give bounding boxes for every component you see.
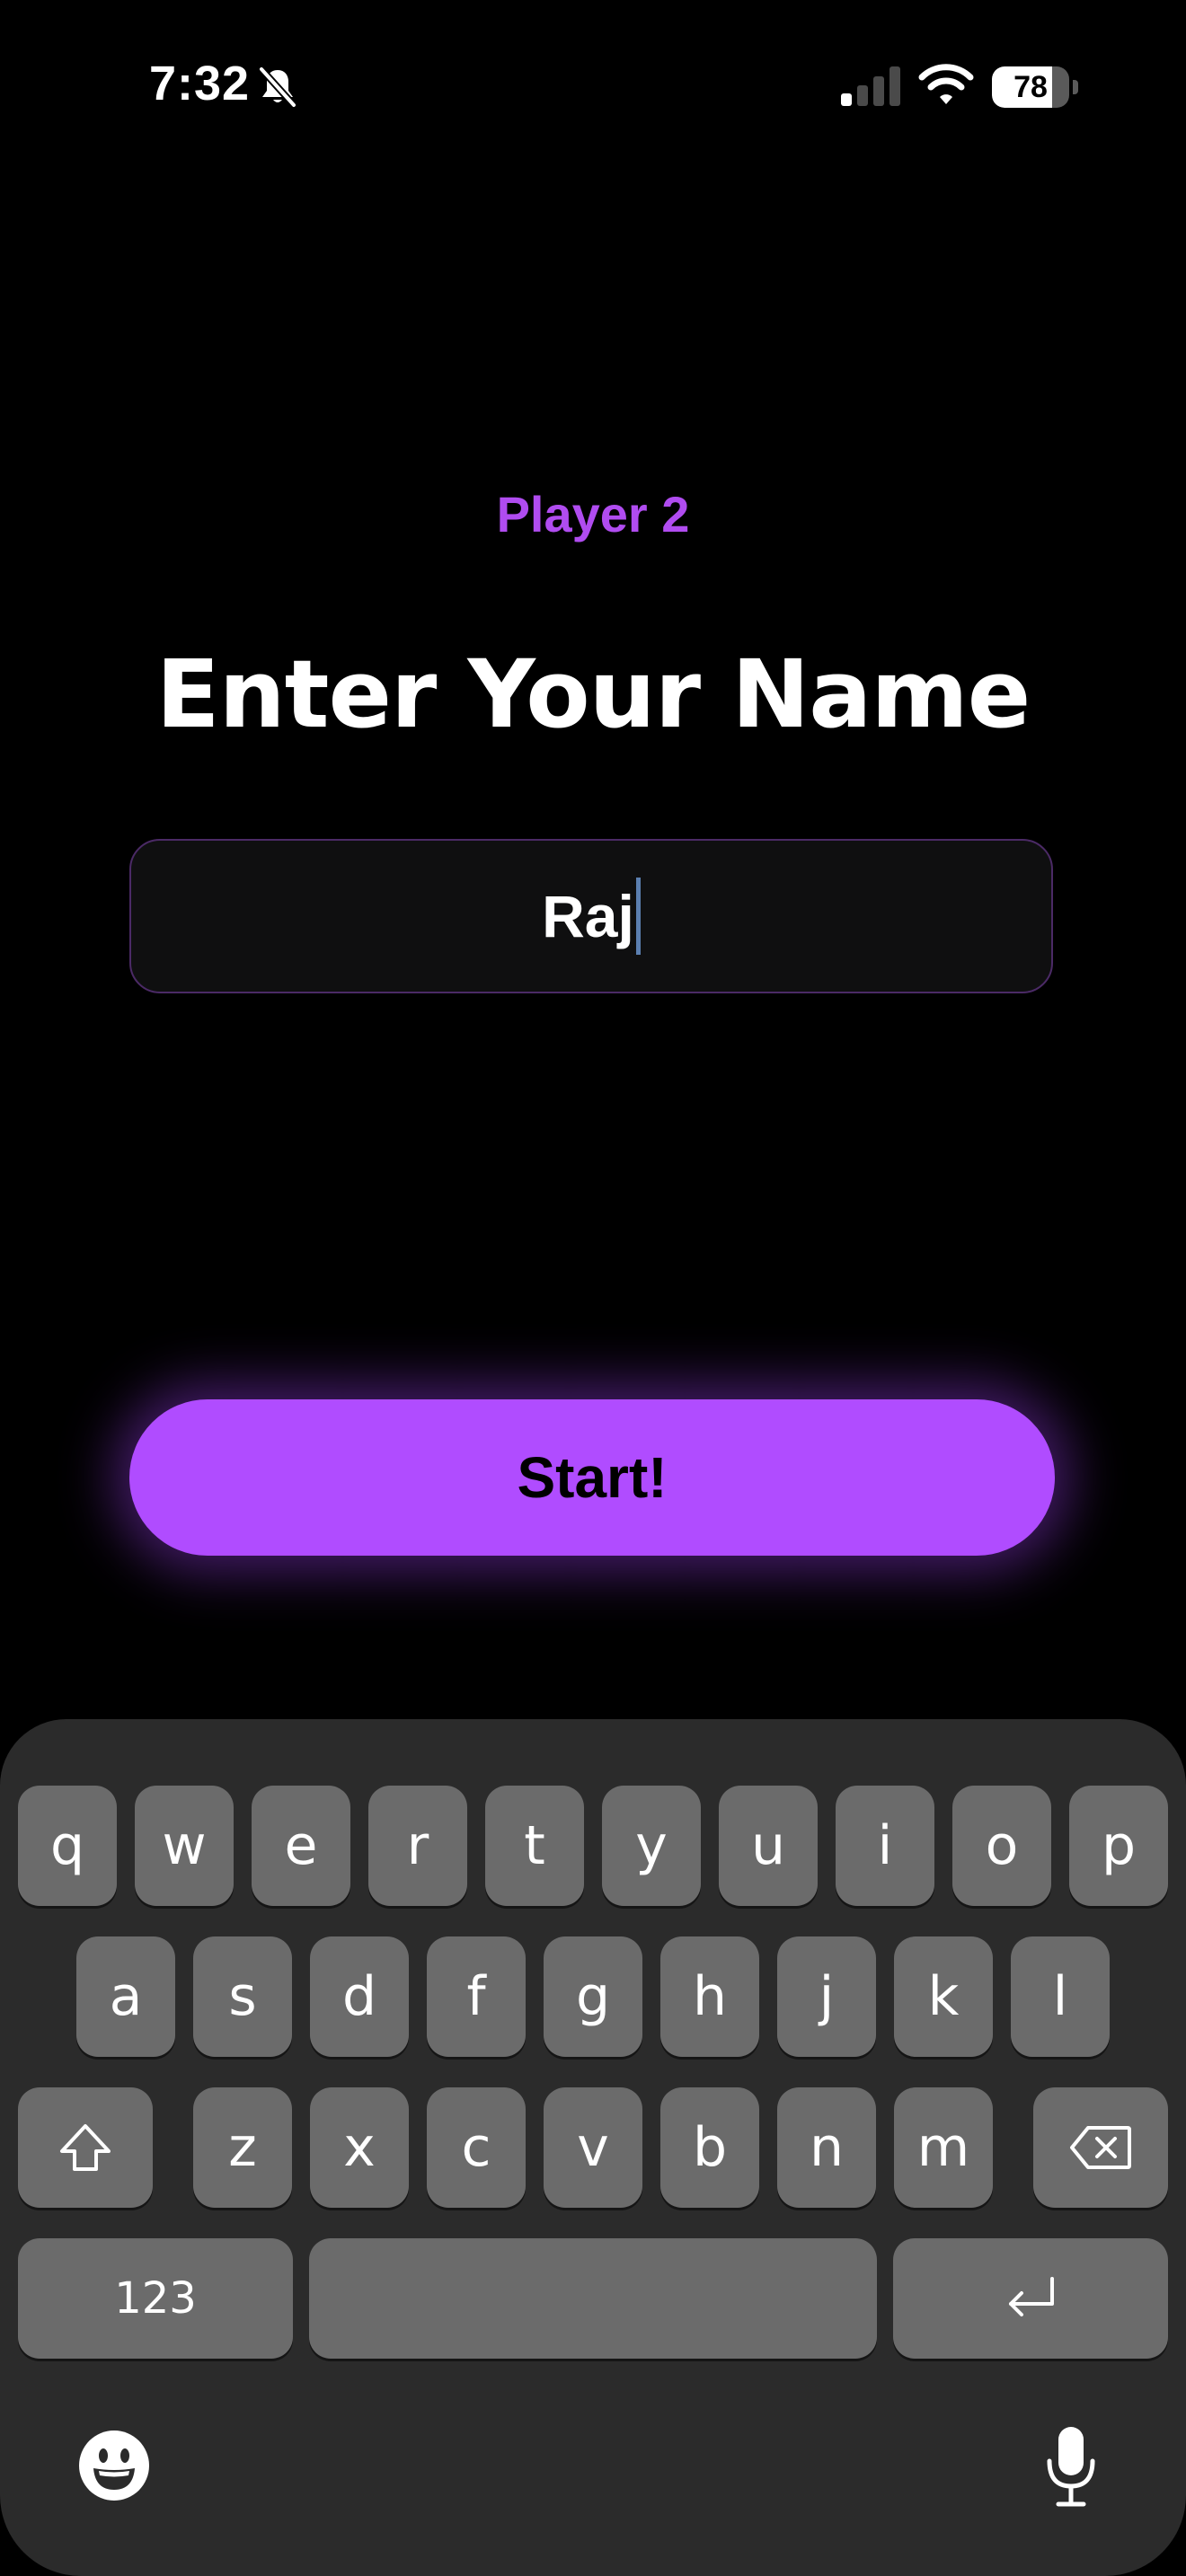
key-e[interactable]: e — [252, 1786, 350, 1906]
page-title: Enter Your Name — [155, 640, 1031, 749]
key-x[interactable]: x — [310, 2087, 409, 2208]
start-button[interactable]: Start! — [129, 1399, 1055, 1556]
key-p[interactable]: p — [1069, 1786, 1168, 1906]
key-v[interactable]: v — [544, 2087, 642, 2208]
wifi-icon — [918, 64, 974, 104]
text-cursor — [635, 878, 641, 955]
backspace-key[interactable] — [1033, 2087, 1168, 2208]
keyboard: q w e r t y u i o p a s d f g h j k l z … — [0, 1719, 1186, 2576]
name-input-value: Raj — [542, 883, 634, 949]
key-u[interactable]: u — [719, 1786, 818, 1906]
key-i[interactable]: i — [836, 1786, 934, 1906]
battery-body: 78 — [992, 66, 1069, 108]
key-z[interactable]: z — [193, 2087, 292, 2208]
key-m[interactable]: m — [894, 2087, 993, 2208]
key-a[interactable]: a — [76, 1936, 175, 2057]
name-input[interactable]: Raj — [129, 839, 1053, 993]
bell-slash-icon — [259, 66, 296, 108]
key-s[interactable]: s — [193, 1936, 292, 2057]
battery-cap — [1073, 80, 1078, 94]
key-f[interactable]: f — [427, 1936, 526, 2057]
key-d[interactable]: d — [310, 1936, 409, 2057]
key-y[interactable]: y — [602, 1786, 701, 1906]
emoji-icon[interactable] — [77, 2429, 151, 2502]
key-b[interactable]: b — [660, 2087, 759, 2208]
key-j[interactable]: j — [777, 1936, 876, 2057]
key-w[interactable]: w — [135, 1786, 234, 1906]
numbers-key[interactable]: 123 — [18, 2238, 293, 2359]
key-q[interactable]: q — [18, 1786, 117, 1906]
player-label: Player 2 — [496, 486, 690, 543]
backspace-icon — [1070, 2126, 1131, 2169]
status-bar: 7:32 78 — [0, 0, 1186, 180]
key-c[interactable]: c — [427, 2087, 526, 2208]
key-g[interactable]: g — [544, 1936, 642, 2057]
key-h[interactable]: h — [660, 1936, 759, 2057]
microphone-icon[interactable] — [1044, 2425, 1098, 2508]
key-k[interactable]: k — [894, 1936, 993, 2057]
status-time: 7:32 — [149, 57, 251, 110]
space-key[interactable] — [309, 2238, 877, 2359]
cellular-signal-icon — [841, 66, 900, 106]
key-n[interactable]: n — [777, 2087, 876, 2208]
battery-level: 78 — [1013, 70, 1048, 104]
key-r[interactable]: r — [368, 1786, 467, 1906]
key-o[interactable]: o — [952, 1786, 1051, 1906]
shift-icon — [60, 2124, 111, 2171]
shift-key[interactable] — [18, 2087, 153, 2208]
key-t[interactable]: t — [485, 1786, 584, 1906]
battery-icon: 78 — [992, 66, 1078, 108]
return-key[interactable] — [893, 2238, 1168, 2359]
return-icon — [1009, 2277, 1054, 2316]
key-l[interactable]: l — [1011, 1936, 1110, 2057]
